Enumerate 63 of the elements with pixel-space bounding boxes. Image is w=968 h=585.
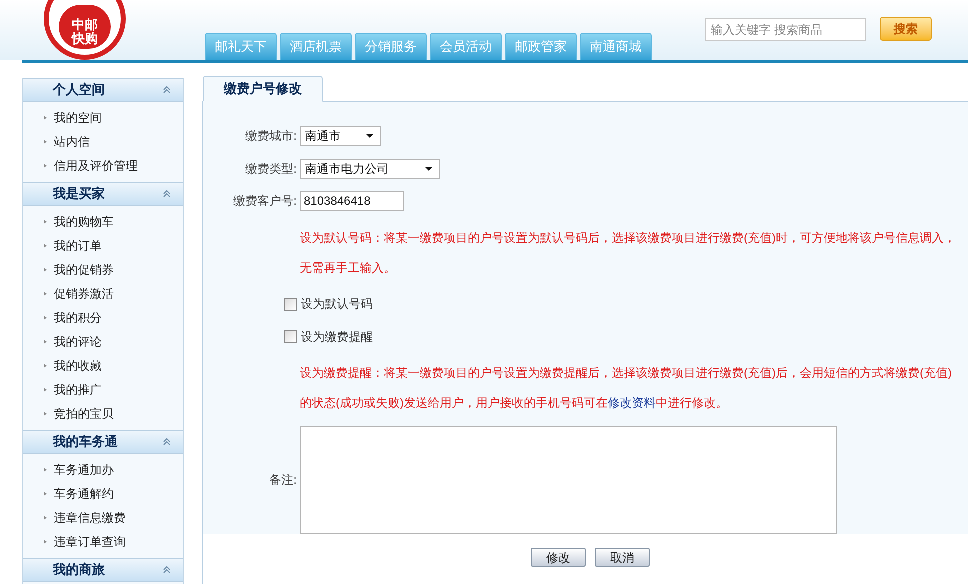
logo-text: 中邮 — [72, 18, 98, 32]
panel-tab[interactable]: 缴费户号修改 — [203, 76, 323, 102]
bullet-icon — [44, 540, 47, 544]
hint-text: 设为缴费提醒：将某一缴费项目的户号设置为缴费提醒后，选择该缴费项目进行缴费(充值)后，会用短信的方式将缴费(充值)的状态(成功或失败)发送给用户，用户接收的手机号码可在修改资料中进行修改。 — [300, 364, 953, 412]
sidebar-link[interactable]: 我的购物车 — [54, 213, 114, 231]
bullet-icon — [44, 364, 47, 368]
collapse-icon[interactable] — [163, 438, 171, 446]
bullet-icon — [44, 116, 47, 120]
sidebar-link[interactable]: 促销券激活 — [54, 285, 114, 303]
checkbox[interactable] — [284, 298, 297, 311]
section-header[interactable]: 我的商旅 — [23, 558, 183, 582]
section-header[interactable]: 个人空间 — [23, 78, 183, 102]
bullet-icon — [44, 140, 47, 144]
sidebar-link[interactable]: 我的订单 — [54, 237, 102, 255]
form-button[interactable]: 修改 — [531, 548, 586, 567]
section-header[interactable]: 我的车务通 — [23, 430, 183, 454]
collapse-icon[interactable] — [163, 566, 171, 574]
bullet-icon — [44, 220, 47, 224]
field-label: 缴费类型: — [246, 160, 297, 178]
checkbox-label: 设为默认号码 — [301, 296, 373, 314]
bullet-icon — [44, 292, 47, 296]
bullet-icon — [44, 316, 47, 320]
checkbox[interactable] — [284, 330, 297, 344]
dropdown[interactable]: 南通市 — [300, 126, 381, 146]
sidebar-link[interactable]: 违章信息缴费 — [54, 509, 126, 527]
bullet-icon — [44, 340, 47, 344]
field-label: 备注: — [270, 472, 297, 489]
edit-profile-link[interactable]: 修改资料 — [608, 396, 656, 410]
hint-text: 设为默认号码：将某一缴费项目的户号设置为默认号码后，选择该缴费项目进行缴费(充值)时，可方便地将该户号信息调入，无需再手工输入。 — [300, 230, 957, 277]
bullet-icon — [44, 412, 47, 416]
section-header[interactable]: 我是买家 — [23, 182, 183, 206]
sidebar-link[interactable]: 我的评论 — [54, 333, 102, 351]
caret-icon — [366, 134, 374, 138]
form-button[interactable]: 取消 — [595, 548, 650, 567]
sidebar-link[interactable]: 我的收藏 — [54, 357, 102, 375]
caret-icon — [425, 166, 433, 171]
collapse-icon[interactable] — [163, 86, 171, 94]
logo-text: 快购 — [72, 32, 98, 46]
field-label: 缴费客户号: — [234, 193, 297, 210]
remark-field[interactable] — [300, 426, 837, 534]
bullet-icon — [44, 268, 47, 272]
sidebar-link[interactable]: 违章订单查询 — [54, 533, 126, 551]
bullet-icon — [44, 468, 47, 472]
bullet-icon — [44, 516, 47, 520]
sidebar-link[interactable]: 我的促销券 — [54, 261, 114, 279]
bullet-icon — [44, 492, 47, 496]
sidebar-link[interactable]: 我的空间 — [54, 109, 102, 127]
dropdown[interactable]: 南通市电力公司 — [300, 158, 440, 179]
search-field[interactable]: 输入关键字 搜索商品 — [705, 18, 866, 41]
bullet-icon — [44, 244, 47, 248]
sidebar-link[interactable]: 车务通解约 — [54, 485, 114, 503]
text-field[interactable]: 8103846418 — [300, 191, 404, 212]
sidebar-link[interactable]: 信用及评价管理 — [54, 157, 138, 175]
bullet-icon — [44, 164, 47, 168]
field-label: 缴费城市: — [246, 128, 297, 146]
sidebar-link[interactable]: 我的积分 — [54, 309, 102, 327]
sidebar-link[interactable]: 站内信 — [54, 133, 90, 151]
sidebar-link[interactable]: 竞拍的宝贝 — [54, 405, 114, 423]
checkbox-label: 设为缴费提醒 — [301, 328, 373, 346]
bullet-icon — [44, 388, 47, 392]
sidebar-link[interactable]: 车务通加办 — [54, 461, 114, 479]
collapse-icon[interactable] — [163, 190, 171, 198]
sidebar-link[interactable]: 我的推广 — [54, 381, 102, 399]
